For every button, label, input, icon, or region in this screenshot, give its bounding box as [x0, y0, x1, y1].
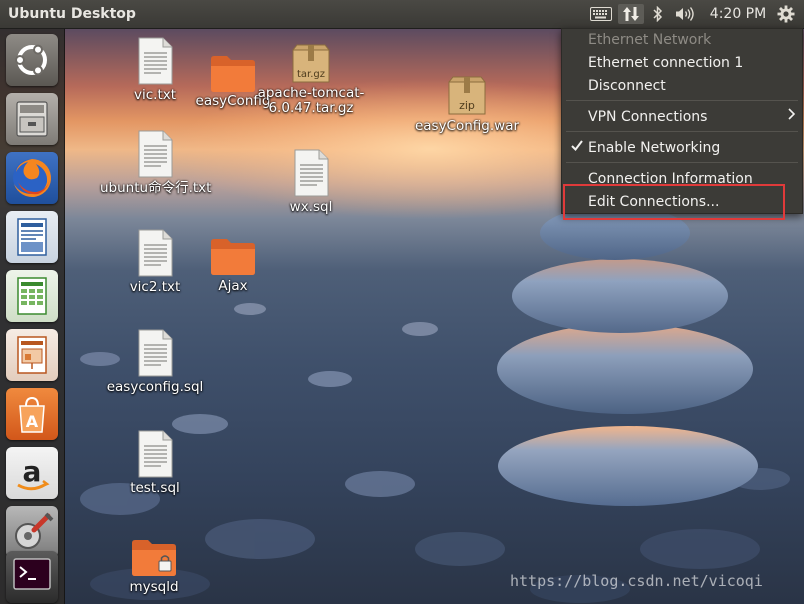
checkmark-icon [571, 139, 583, 155]
desktop-icon-folder[interactable]: Ajax [178, 236, 288, 294]
desktop-icon-file[interactable]: wx.sql [256, 149, 366, 215]
software-center-icon: A [19, 396, 45, 433]
launcher-libreoffice-impress[interactable] [6, 329, 58, 381]
amazon-icon: a [17, 455, 50, 491]
launcher-files[interactable] [6, 93, 58, 145]
launcher-firefox[interactable] [6, 152, 58, 204]
ubuntu-logo-icon [15, 44, 47, 76]
desktop-icon-locked-folder[interactable]: mysqld [99, 537, 209, 595]
desktop-icon-label: easyconfig.sql [106, 379, 204, 395]
launcher-ubuntu-dash[interactable] [6, 34, 58, 86]
impress-icon [17, 336, 47, 374]
menu-separator [566, 162, 798, 163]
menu-separator [566, 131, 798, 132]
menu-item-enable-networking[interactable]: Enable Networking [588, 138, 720, 158]
chevron-right-icon [788, 108, 796, 124]
bluetooth-icon[interactable] [648, 4, 668, 24]
menu-item-vpn-connections[interactable]: VPN Connections [588, 107, 707, 127]
launcher-software-center[interactable]: A [6, 388, 58, 440]
svg-text:a: a [23, 455, 42, 488]
desktop-icon-file[interactable]: ubuntu命令行.txt [100, 130, 212, 196]
menu-item-ethernet-connection[interactable]: Ethernet connection 1 [588, 53, 743, 73]
text-file-icon [138, 430, 173, 478]
menu-separator [566, 100, 798, 101]
writer-icon [17, 218, 47, 256]
window-title: Ubuntu Desktop [8, 6, 136, 22]
desktop-icon-label: easyConfig.war [414, 118, 520, 134]
text-file-icon [138, 37, 173, 85]
desktop-icon-archive[interactable]: zip easyConfig.war [412, 76, 522, 134]
text-file-icon [294, 149, 329, 197]
menu-item-disconnect[interactable]: Disconnect [588, 76, 666, 96]
desktop-icon-label: mysqld [129, 579, 179, 595]
menu-header-ethernet-network: Ethernet Network [588, 32, 712, 48]
svg-text:zip: zip [459, 99, 475, 112]
launcher-libreoffice-calc[interactable] [6, 270, 58, 322]
zip-archive-icon: zip [448, 76, 486, 115]
highlight-annotation [563, 184, 785, 220]
launcher: A a [0, 29, 65, 604]
keyboard-icon[interactable] [586, 4, 616, 24]
top-panel: Ubuntu Desktop 4:20 PM [0, 0, 804, 29]
terminal-icon [13, 558, 51, 590]
desktop-icon-file[interactable]: easyconfig.sql [100, 329, 210, 395]
locked-folder-icon [132, 540, 176, 576]
archive-icon: tar.gz [292, 44, 330, 83]
desktop-icon-label: ubuntu命令行.txt [100, 180, 212, 196]
gear-icon[interactable] [774, 4, 798, 24]
folder-icon [211, 56, 255, 92]
desktop-icon-archive[interactable]: tar.gz apache-tomcat- 6.0.47.tar.gz [256, 44, 366, 116]
desktop-icon-label: wx.sql [289, 199, 333, 215]
file-cabinet-icon [16, 101, 48, 137]
network-updown-icon[interactable] [618, 4, 644, 24]
watermark: https://blog.csdn.net/vicoqi [510, 572, 763, 590]
svg-text:tar.gz: tar.gz [297, 69, 325, 80]
calc-icon [17, 277, 47, 315]
desktop-icon-file[interactable]: test.sql [100, 430, 210, 496]
firefox-icon [13, 158, 52, 197]
text-file-icon [138, 130, 173, 178]
svg-text:A: A [26, 412, 39, 431]
desktop-icon-label: Ajax [218, 278, 248, 294]
text-file-icon [138, 329, 173, 377]
volume-icon[interactable] [672, 4, 698, 24]
text-file-icon [138, 229, 173, 277]
desktop-icon-label: test.sql [130, 480, 180, 496]
folder-icon [211, 239, 255, 275]
desktop-icon-label: apache-tomcat- 6.0.47.tar.gz [257, 85, 365, 116]
launcher-libreoffice-writer[interactable] [6, 211, 58, 263]
launcher-amazon[interactable]: a [6, 447, 58, 499]
clock[interactable]: 4:20 PM [708, 4, 768, 24]
launcher-terminal[interactable] [6, 551, 58, 603]
